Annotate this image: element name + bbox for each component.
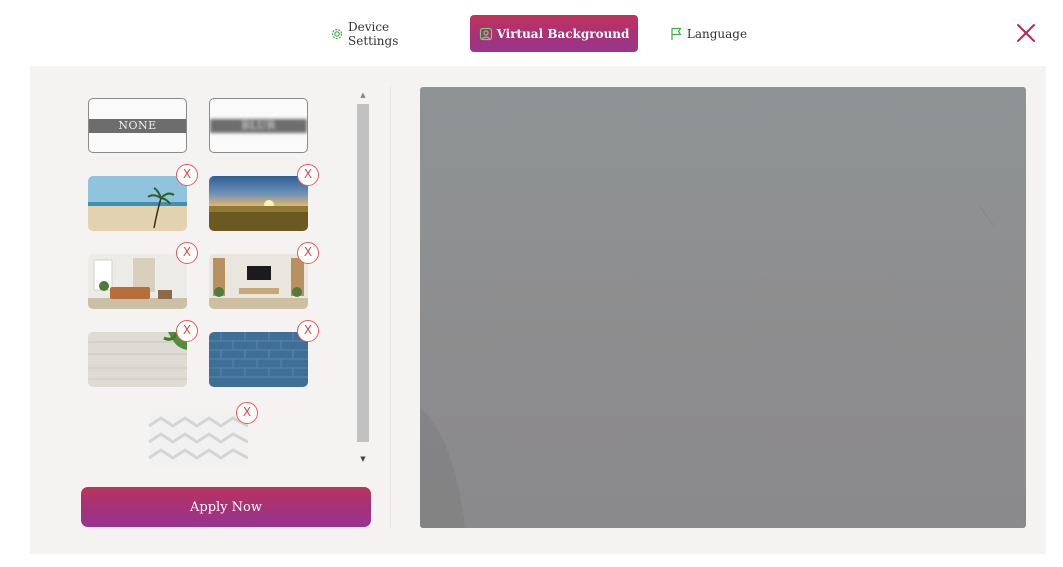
bg-thumb-beach[interactable]: [88, 176, 187, 231]
bg-thumb-living-room[interactable]: [88, 254, 187, 309]
tab-language-label: Language: [686, 26, 748, 41]
bg-thumb-blue-brick[interactable]: [209, 332, 308, 387]
remove-bg-living-room-button[interactable]: X: [176, 242, 198, 264]
camera-preview: [420, 87, 1026, 528]
gear-icon: [330, 27, 344, 41]
remove-bg-wood-leaves-button[interactable]: X: [176, 320, 198, 342]
remove-bg-tv-room-button[interactable]: X: [297, 242, 319, 264]
remove-bg-beach-button[interactable]: X: [176, 164, 198, 186]
flag-icon: [669, 27, 683, 41]
scrollbar-thumb[interactable]: [357, 104, 369, 442]
close-icon: [1017, 24, 1035, 42]
scroll-down-icon[interactable]: ▼: [357, 452, 369, 466]
bg-thumb-wood-leaves[interactable]: [88, 332, 187, 387]
background-list: NONE BLUR X X X X X X X ▲ ▼ Apply Now: [30, 66, 390, 554]
tab-device-settings[interactable]: Device Settings: [330, 15, 440, 52]
bg-blur-option[interactable]: BLUR: [209, 98, 308, 153]
user-image-icon: [479, 27, 493, 41]
tab-virtual-background[interactable]: Virtual Background: [470, 15, 638, 52]
remove-bg-sunset-field-button[interactable]: X: [297, 164, 319, 186]
bg-blur-label: BLUR: [210, 119, 307, 133]
modal-header: Device Settings Virtual Background Langu…: [0, 0, 1063, 66]
settings-panel: NONE BLUR X X X X X X X ▲ ▼ Apply Now: [30, 66, 1046, 554]
background-list-scrollbar[interactable]: ▲ ▼: [357, 88, 369, 466]
panel-divider: [390, 86, 391, 528]
bg-thumb-tv-room[interactable]: [209, 254, 308, 309]
bg-none-label: NONE: [89, 119, 186, 133]
tab-virtual-background-label: Virtual Background: [496, 26, 630, 41]
remove-bg-blue-brick-button[interactable]: X: [297, 320, 319, 342]
tab-language[interactable]: Language: [668, 15, 748, 52]
scroll-up-icon[interactable]: ▲: [357, 88, 369, 102]
bg-none-option[interactable]: NONE: [88, 98, 187, 153]
tab-device-settings-label: Device Settings: [348, 19, 399, 48]
remove-bg-white-geometric-button[interactable]: X: [236, 402, 258, 424]
close-button[interactable]: [1015, 22, 1037, 44]
bg-thumb-white-geometric[interactable]: [149, 412, 248, 467]
apply-now-button[interactable]: Apply Now: [81, 487, 371, 527]
bg-thumb-sunset-field[interactable]: [209, 176, 308, 231]
